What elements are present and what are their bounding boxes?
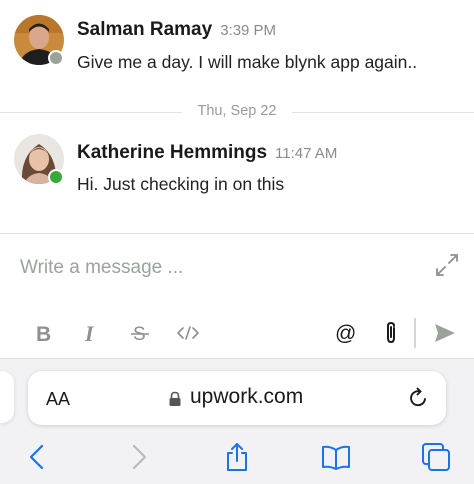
italic-icon[interactable]: I: [80, 320, 104, 346]
back-icon[interactable]: [22, 441, 54, 473]
message-time: 11:47 AM: [275, 145, 338, 162]
share-icon[interactable]: [221, 441, 253, 473]
expand-icon[interactable]: [434, 252, 460, 278]
code-icon[interactable]: [176, 320, 200, 346]
message-item: Katherine Hemmings 11:47 AM Hi. Just chec…: [0, 125, 474, 225]
status-indicator: [48, 169, 64, 185]
date-divider: Thu, Sep 22: [182, 103, 292, 119]
previous-tab-peek[interactable]: [0, 371, 14, 423]
url-text[interactable]: upwork.com: [190, 385, 303, 409]
lock-icon: [169, 391, 181, 406]
status-indicator: [48, 50, 64, 66]
message-composer: Write a message ... B I S @: [0, 233, 474, 359]
svg-text:I: I: [84, 322, 95, 344]
sender-name[interactable]: Salman Ramay 3:39 PM: [77, 19, 276, 41]
address-bar[interactable]: AA upwork.com: [28, 371, 446, 425]
text-size-button[interactable]: AA: [46, 389, 70, 410]
message-text: Give me a day. I will make blynk app aga…: [77, 52, 418, 72]
bold-icon[interactable]: B: [32, 320, 56, 346]
strikethrough-icon[interactable]: S: [128, 320, 152, 346]
sender-name[interactable]: Katherine Hemmings 11:47 AM: [77, 142, 337, 164]
message-input[interactable]: Write a message ...: [20, 257, 183, 279]
send-icon[interactable]: [432, 320, 458, 346]
reload-icon[interactable]: [406, 386, 430, 410]
message-time: 3:39 PM: [220, 22, 277, 39]
mention-icon[interactable]: @: [333, 320, 359, 346]
attach-icon[interactable]: [379, 320, 403, 346]
toolbar-divider: [414, 318, 416, 348]
svg-text:@: @: [335, 322, 356, 345]
message-text: Hi. Just checking in on this: [77, 174, 285, 194]
svg-text:B: B: [36, 323, 51, 344]
browser-toolbar: AA upwork.com: [0, 358, 474, 484]
forward-icon[interactable]: [122, 441, 154, 473]
bookmarks-icon[interactable]: [320, 441, 352, 473]
tabs-icon[interactable]: [420, 441, 452, 473]
message-item: Salman Ramay 3:39 PM Give me a day. I wil…: [0, 0, 474, 100]
